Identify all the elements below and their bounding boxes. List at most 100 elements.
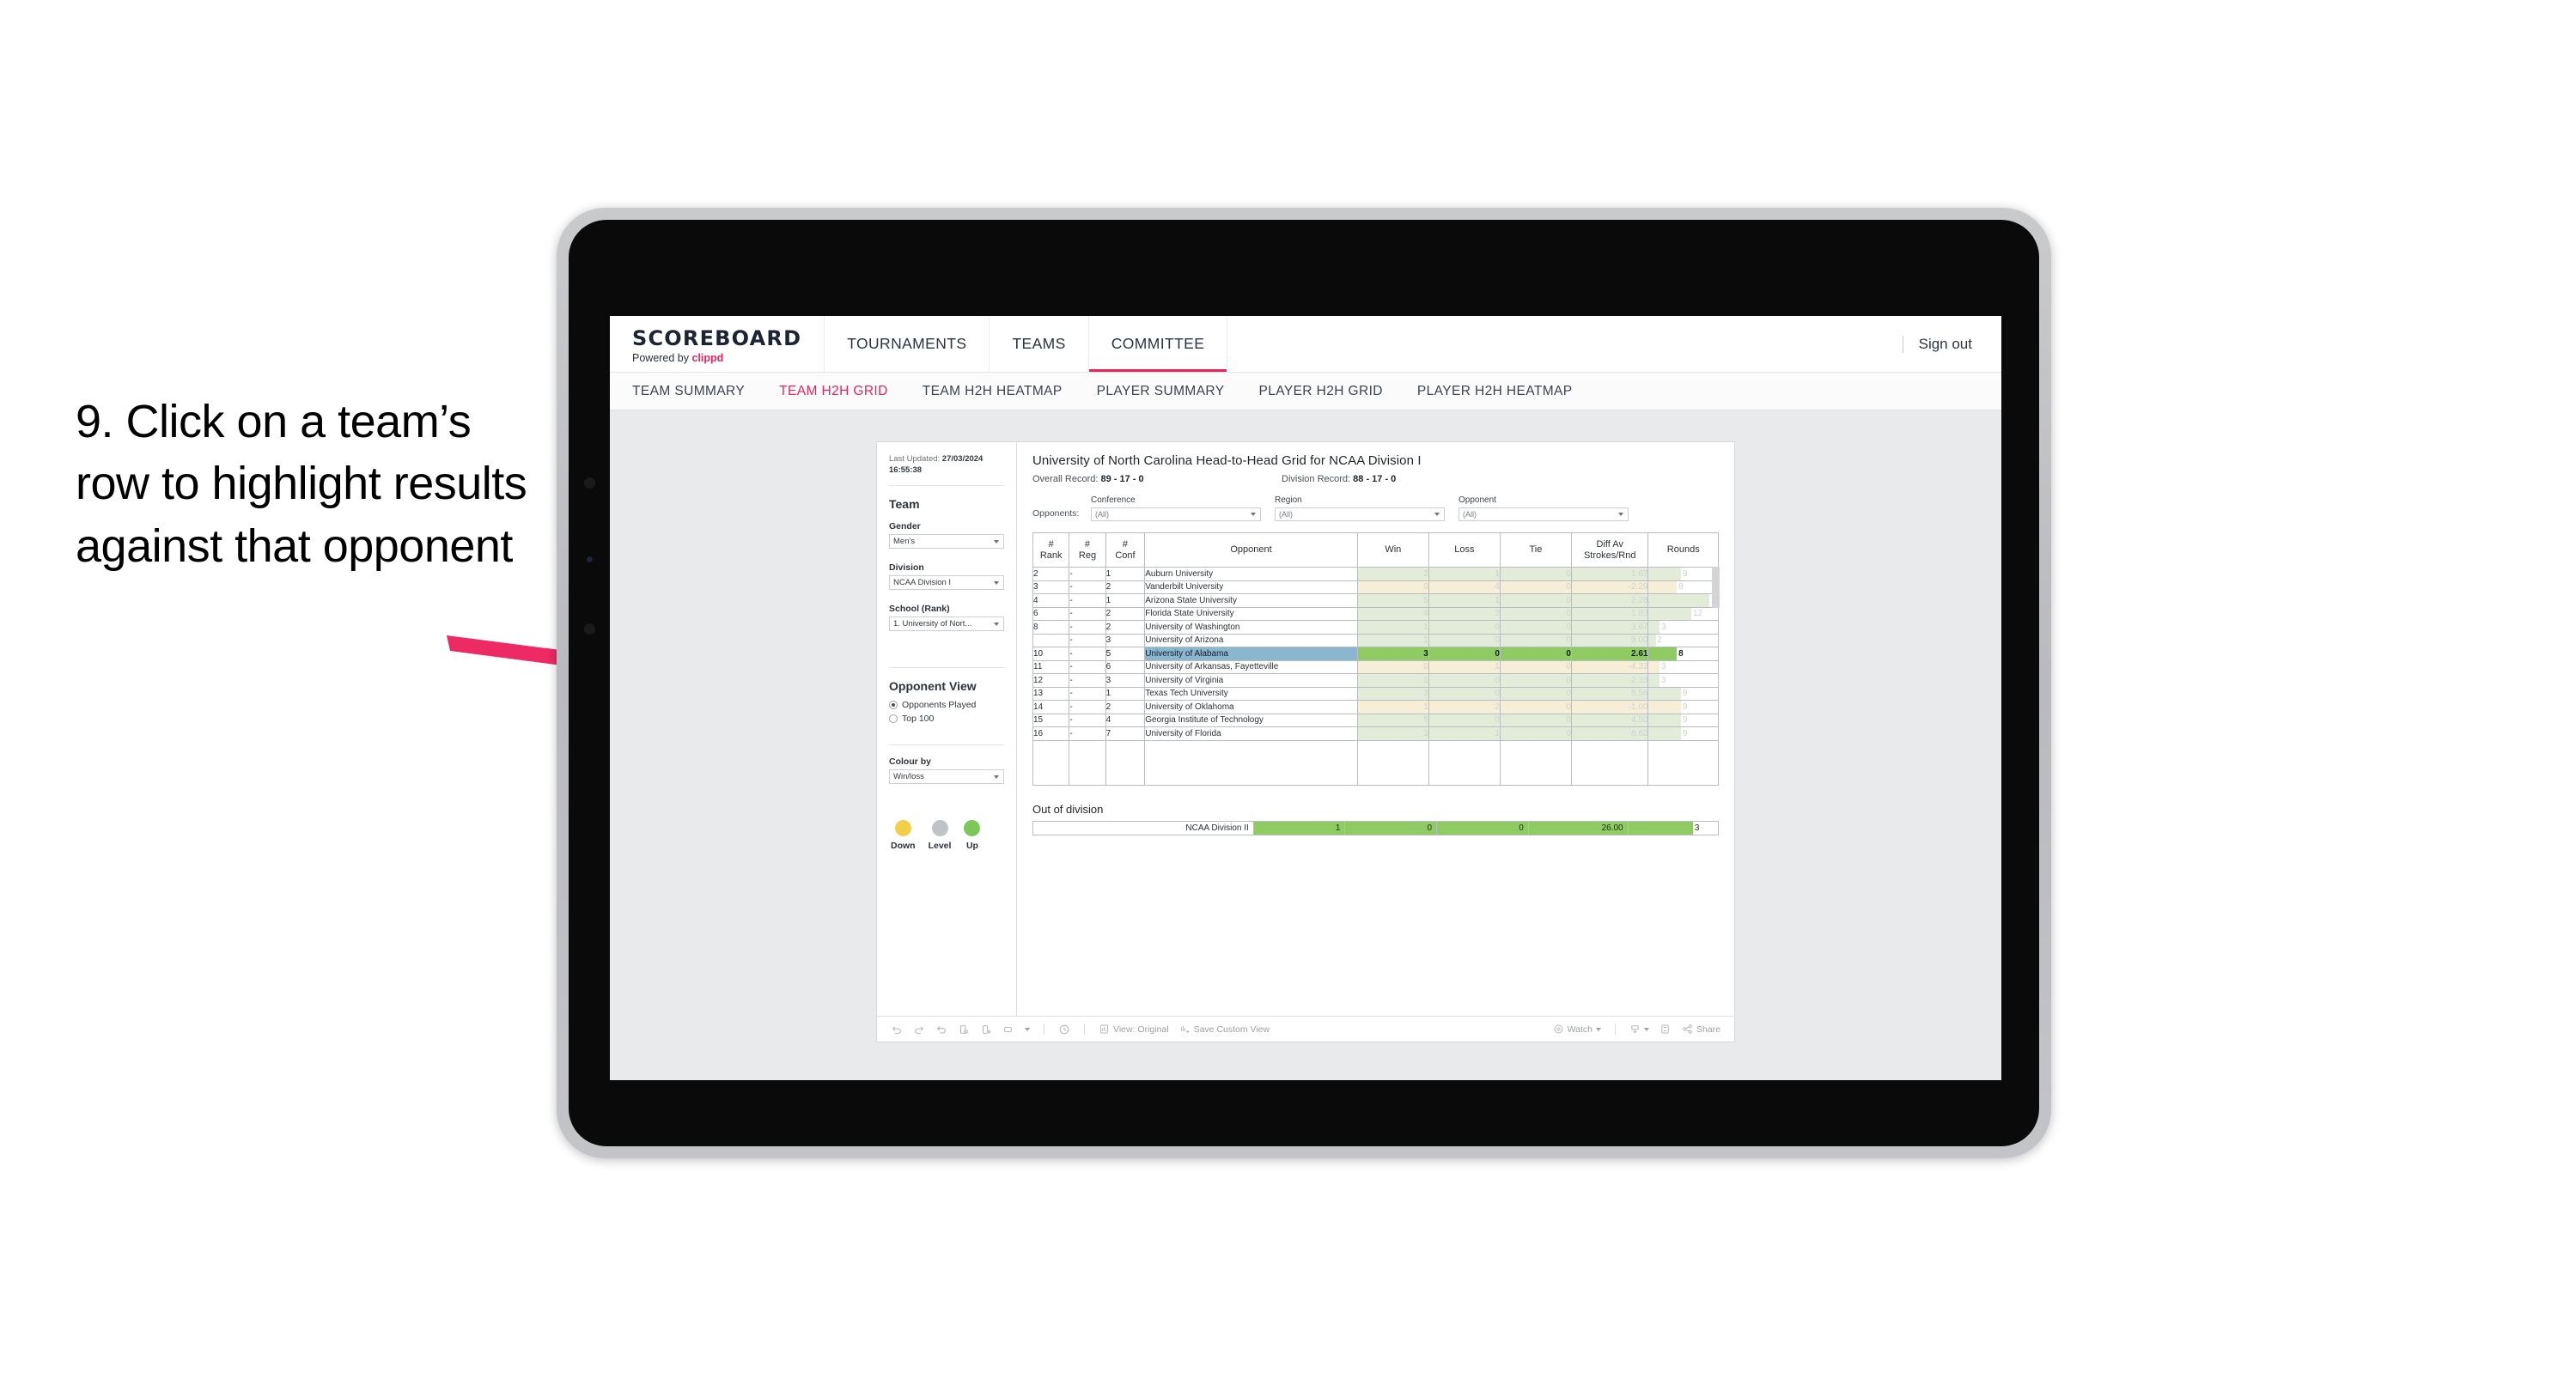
- topbar-right: Sign out: [1902, 316, 2001, 372]
- cell-opponent: University of Virginia: [1144, 673, 1358, 688]
- cell-rank: 8: [1032, 620, 1070, 635]
- subtab-team-summary[interactable]: TEAM SUMMARY: [632, 384, 745, 399]
- nav-tab-tournaments[interactable]: TOURNAMENTS: [825, 316, 990, 372]
- chevron-down-icon[interactable]: [1025, 1027, 1030, 1031]
- table-row[interactable]: 12-3 University of Virginia 1 0 0 2.33 3: [1032, 673, 1719, 688]
- toolbar-sep-3: [1614, 1024, 1616, 1035]
- cell-rank: 2: [1032, 567, 1070, 581]
- cell-diff: 1.83: [1570, 606, 1649, 621]
- sensor-dot: [587, 556, 593, 562]
- col-conf[interactable]: # Conf: [1105, 532, 1146, 568]
- filter-region-select[interactable]: (All): [1275, 507, 1445, 521]
- subtab-team-h2h-heatmap[interactable]: TEAM H2H HEATMAP: [923, 384, 1063, 399]
- cell-reg: -: [1069, 606, 1106, 621]
- colour-by-select[interactable]: Win/loss: [889, 769, 1004, 785]
- table-row[interactable]: 2-1 Auburn University 2 1 0 1.67 9: [1032, 567, 1719, 581]
- view-original-button[interactable]: View: Original: [1099, 1024, 1169, 1035]
- pause-icon[interactable]: [980, 1024, 992, 1036]
- cell-win: 1: [1356, 620, 1429, 635]
- table-row[interactable]: 13-1 Texas Tech University 3 0 0 5.56 9: [1032, 686, 1719, 701]
- padding-cell: [1570, 739, 1649, 786]
- radio-top-100[interactable]: Top 100: [889, 714, 1004, 724]
- col-conf-l2: Conf: [1115, 550, 1136, 561]
- refresh-icon[interactable]: [958, 1024, 970, 1036]
- school-label: School (Rank): [889, 604, 950, 615]
- table-row[interactable]: -3 University of Arizona 1 0 0 9.00 2: [1032, 633, 1719, 647]
- subtab-player-h2h-heatmap[interactable]: PLAYER H2H HEATMAP: [1417, 384, 1573, 399]
- cell-tie: 0: [1499, 659, 1572, 674]
- clock-icon[interactable]: [1058, 1024, 1070, 1036]
- nav-tab-committee[interactable]: COMMITTEE: [1088, 316, 1228, 372]
- out-of-division-row[interactable]: NCAA Division II 1 0 0 26.00 3: [1032, 820, 1720, 835]
- redo-icon[interactable]: [913, 1024, 925, 1036]
- subtab-player-summary[interactable]: PLAYER SUMMARY: [1097, 384, 1225, 399]
- table-row[interactable]: 4-1 Arizona State University 5 1 0 2.28 17: [1032, 593, 1720, 608]
- table-padding-row: [1032, 739, 1719, 786]
- gender-select[interactable]: Men’s: [889, 534, 1004, 550]
- save-custom-view-button[interactable]: Save Custom View: [1179, 1024, 1270, 1035]
- cell-rounds: 9: [1647, 713, 1719, 727]
- cell-loss: 0: [1428, 713, 1501, 727]
- col-loss[interactable]: Loss: [1428, 532, 1501, 568]
- revert-icon[interactable]: [935, 1024, 947, 1036]
- filter-opponent-select[interactable]: (All): [1459, 507, 1629, 521]
- school-select[interactable]: 1. University of Nort...: [889, 617, 1004, 632]
- cell-diff: 2.61: [1570, 647, 1649, 661]
- brand-clippd: clippd: [691, 351, 724, 364]
- rounds-value: 2: [1657, 635, 1662, 646]
- watch-button[interactable]: Watch: [1553, 1024, 1601, 1035]
- filter-opponent-value: (All): [1463, 510, 1477, 519]
- cell-rounds: 8: [1647, 580, 1719, 594]
- col-conf-l1: #: [1122, 538, 1129, 550]
- col-tie[interactable]: Tie: [1499, 532, 1572, 568]
- table-row[interactable]: 10-5 University of Alabama 3 0 0 2.61 8: [1032, 647, 1719, 661]
- rounds-value: 3: [1660, 622, 1666, 632]
- table-row[interactable]: 14-2 University of Oklahoma 1 2 0 -1.00 9: [1032, 700, 1719, 714]
- col-rank[interactable]: # Rank: [1032, 532, 1070, 568]
- grid-header-row: # Rank # Reg # Conf Opponent Win Loss Tie: [1032, 532, 1719, 568]
- fullscreen-icon[interactable]: [1659, 1024, 1672, 1036]
- division-record-value: 88 - 17 - 0: [1353, 474, 1397, 484]
- col-diff-l1: Diff Av: [1596, 538, 1623, 550]
- undo-icon[interactable]: [891, 1024, 903, 1036]
- col-opponent[interactable]: Opponent: [1144, 532, 1358, 568]
- subtab-player-h2h-grid[interactable]: PLAYER H2H GRID: [1258, 384, 1382, 399]
- download-button[interactable]: [1629, 1024, 1649, 1035]
- cell-loss: 1: [1428, 593, 1501, 608]
- ood-tie: 0: [1436, 820, 1529, 835]
- cell-tie: 0: [1499, 726, 1572, 741]
- col-rounds[interactable]: Rounds: [1647, 532, 1719, 568]
- table-row[interactable]: 16-7 University of Florida 3 1 0 6.62 9: [1032, 726, 1719, 741]
- cell-diff: 6.62: [1570, 726, 1649, 741]
- radio-opponents-played[interactable]: Opponents Played: [889, 700, 1004, 710]
- table-row[interactable]: 11-6 University of Arkansas, Fayetteville…: [1032, 659, 1719, 674]
- chevron-down-icon: [1434, 513, 1440, 516]
- legend-label-level: Level: [928, 841, 952, 852]
- table-row[interactable]: 3-2 Vanderbilt University 0 4 0 -2.29 8: [1032, 580, 1719, 594]
- share-button[interactable]: Share: [1682, 1024, 1720, 1035]
- table-row[interactable]: 8-2 University of Washington 1 0 0 3.67 3: [1032, 620, 1719, 635]
- legend-item-level: Level: [928, 820, 952, 852]
- cell-rank: 16: [1032, 726, 1070, 741]
- cell-rounds: 9: [1647, 700, 1719, 714]
- nav-tab-teams[interactable]: TEAMS: [990, 316, 1089, 372]
- sign-out-link[interactable]: Sign out: [1919, 336, 1972, 353]
- highlight-icon[interactable]: [1002, 1024, 1014, 1036]
- subtab-team-h2h-grid[interactable]: TEAM H2H GRID: [779, 384, 888, 399]
- table-row[interactable]: 6-2 Florida State University 4 2 0 1.83 12: [1032, 606, 1719, 621]
- filter-conference-select[interactable]: (All): [1091, 507, 1261, 521]
- cell-tie: 0: [1499, 606, 1572, 621]
- table-row[interactable]: 15-4 Georgia Institute of Technology 5 0 0 4.…: [1032, 713, 1719, 727]
- padding-cell: [1069, 739, 1106, 786]
- cell-reg: -: [1069, 673, 1106, 688]
- division-select[interactable]: NCAA Division I: [889, 575, 1004, 591]
- rounds-value: 8: [1678, 648, 1684, 659]
- col-diff[interactable]: Diff Av Strokes/Rnd: [1570, 532, 1649, 568]
- col-reg[interactable]: # Reg: [1069, 532, 1106, 568]
- tablet-device: SCOREBOARD Powered by clippd TOURNAMENTS…: [557, 208, 2051, 1158]
- overall-record-value: 89 - 17 - 0: [1100, 474, 1144, 484]
- cell-tie: 0: [1499, 633, 1572, 647]
- legend-dot-up: [964, 820, 981, 837]
- cell-reg: -: [1069, 647, 1106, 661]
- col-win[interactable]: Win: [1356, 532, 1429, 568]
